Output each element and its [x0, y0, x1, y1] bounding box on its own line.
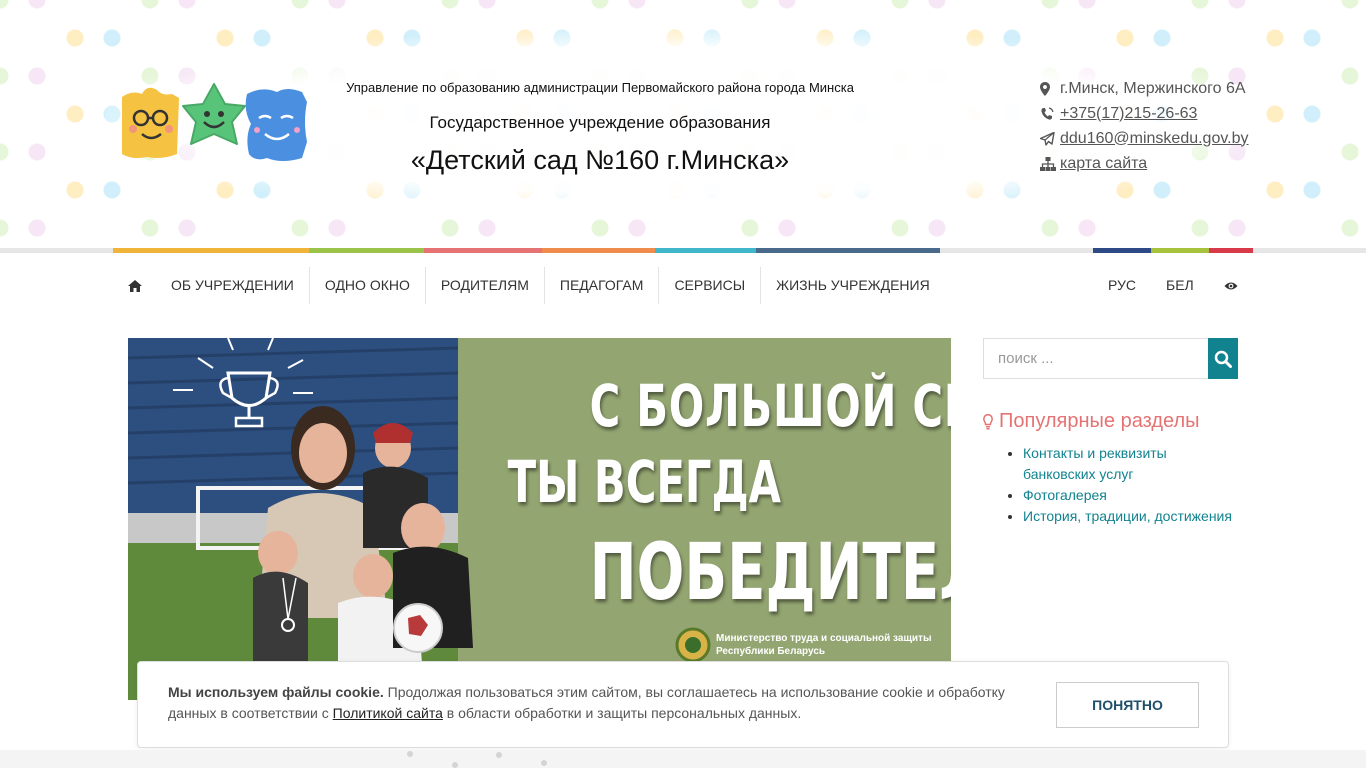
popular-sections-heading: Популярные разделы [983, 410, 1200, 433]
contact-phone: +375(17)215-26-63 [1040, 101, 1260, 126]
search-icon [1214, 350, 1232, 368]
list-item: История, традиции, достижения [1023, 506, 1243, 527]
banner-line-2: ТЫ ВСЕГДА [507, 448, 781, 516]
list-item: Контакты и реквизиты банковских услуг [1023, 443, 1243, 485]
lang-ru-link[interactable]: РУС [1108, 267, 1136, 304]
cookie-policy-link[interactable]: Политикой сайта [333, 705, 443, 721]
banner-slider[interactable]: С БОЛЬШОЙ СЕМЬЁЙ ТЫ ВСЕГДА ПОБЕДИТЕЛЬ Ми… [128, 338, 951, 700]
nav-item-one-window[interactable]: ОДНО ОКНО [310, 267, 426, 304]
lang-by-link[interactable]: БЕЛ [1166, 267, 1194, 304]
list-item: Фотогалерея [1023, 485, 1243, 506]
popular-list: Контакты и реквизиты банковских услуг Фо… [1003, 443, 1243, 527]
sitemap-link[interactable]: карта сайта [1060, 155, 1147, 173]
nav-item-life[interactable]: ЖИЗНЬ УЧРЕЖДЕНИЯ [761, 267, 945, 304]
slider-dot[interactable] [452, 762, 458, 768]
site-header: Управление по образованию администрации … [0, 0, 1366, 250]
slider-dot[interactable] [496, 752, 502, 758]
nav-item-services[interactable]: СЕРВИСЫ [659, 267, 762, 304]
popular-title-text: Популярные разделы [999, 410, 1200, 432]
organization-name: «Детский сад №160 г.Минска» [410, 145, 790, 175]
popular-link-contacts[interactable]: Контакты и реквизиты банковских услуг [1023, 445, 1167, 482]
cookie-banner: Мы используем файлы cookie. Продолжая по… [137, 661, 1229, 748]
phone-link[interactable]: +375(17)215-26-63 [1060, 105, 1197, 123]
cookie-accept-button[interactable]: ПОНЯТНО [1056, 682, 1199, 728]
contact-address: г.Минск, Мержинского 6А [1040, 76, 1260, 101]
organization-type: Государственное учреждение образования [429, 113, 771, 132]
home-icon[interactable] [128, 279, 142, 293]
phone-icon [1040, 106, 1060, 121]
lightbulb-icon [983, 413, 993, 429]
contacts-block: г.Минск, Мержинского 6А +375(17)215-26-6… [1040, 76, 1260, 176]
search-button[interactable] [1208, 338, 1238, 379]
paper-plane-icon [1040, 131, 1060, 146]
eye-icon[interactable] [1224, 281, 1238, 291]
page-footer-strip [0, 750, 1366, 768]
ministry-line-2: Республики Беларусь [716, 646, 826, 657]
slider-dot[interactable] [541, 760, 547, 766]
contact-email: ddu160@minskedu.gov.by [1040, 126, 1260, 151]
contact-sitemap: карта сайта [1040, 151, 1260, 176]
header-titles: Управление по образованию администрации … [330, 80, 870, 176]
banner-line-1: С БОЛЬШОЙ СЕМЬЁЙ [589, 372, 951, 440]
main-navigation: ОБ УЧРЕЖДЕНИИ ОДНО ОКНО РОДИТЕЛЯМ ПЕДАГО… [0, 253, 1366, 318]
nav-item-about[interactable]: ОБ УЧРЕЖДЕНИИ [156, 267, 310, 304]
cookie-text-after: в области обработки и защиты персональны… [442, 705, 802, 721]
ministry-logo: Министерство труда и социальной защиты Р… [676, 628, 931, 662]
logo[interactable] [117, 82, 312, 167]
cookie-message: Мы используем файлы cookie. Продолжая по… [168, 682, 1028, 724]
ministry-line-1: Министерство труда и социальной защиты [716, 633, 932, 644]
search-input[interactable] [983, 338, 1209, 379]
sitemap-icon [1040, 156, 1060, 171]
email-link[interactable]: ddu160@minskedu.gov.by [1060, 130, 1249, 148]
nav-menu: ОБ УЧРЕЖДЕНИИ ОДНО ОКНО РОДИТЕЛЯМ ПЕДАГО… [156, 267, 945, 304]
map-marker-icon [1040, 81, 1060, 96]
cookie-bold: Мы используем файлы cookie. [168, 684, 384, 700]
nav-item-parents[interactable]: РОДИТЕЛЯМ [426, 267, 545, 304]
slider-dot[interactable] [407, 751, 413, 757]
address-text: г.Минск, Мержинского 6А [1060, 79, 1246, 97]
parent-organization: Управление по образованию администрации … [346, 80, 854, 95]
nav-item-teachers[interactable]: ПЕДАГОГАМ [545, 267, 660, 304]
popular-link-history[interactable]: История, традиции, достижения [1023, 508, 1232, 524]
popular-link-gallery[interactable]: Фотогалерея [1023, 487, 1107, 503]
banner-line-3: ПОБЕДИТЕЛЬ [589, 528, 951, 618]
